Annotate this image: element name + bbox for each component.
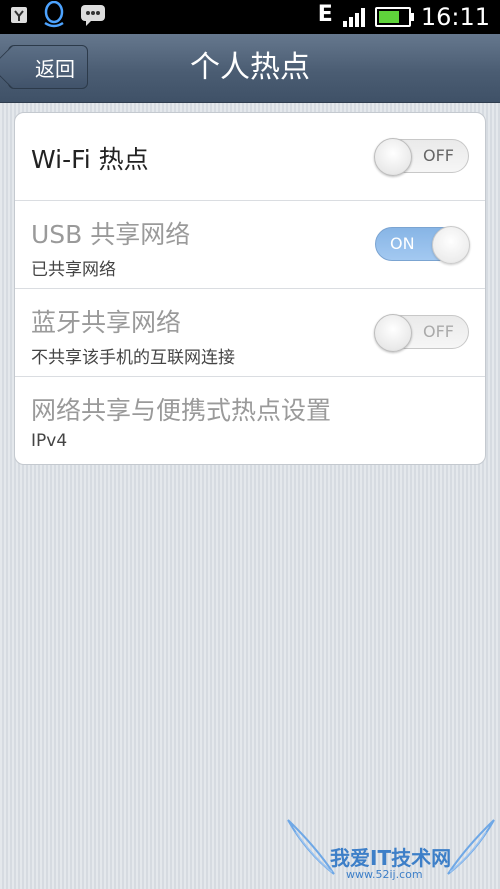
toggle-label: OFF	[423, 322, 454, 341]
settings-list: Wi-Fi 热点 OFF USB 共享网络 已共享网络 ON 蓝牙共享网络 不共…	[14, 112, 486, 465]
watermark-url: www.52ij.com	[346, 868, 423, 881]
signal-icon	[342, 7, 365, 27]
status-bar: E 16:11	[0, 0, 500, 34]
toggle-label: ON	[390, 234, 415, 253]
row-title: USB 共享网络	[31, 220, 191, 249]
back-button-label: 返回	[35, 56, 75, 81]
row-subtitle: 不共享该手机的互联网连接	[31, 348, 235, 368]
row-title: 蓝牙共享网络	[31, 308, 182, 337]
toggle-knob	[374, 314, 412, 352]
notification-icons	[10, 0, 106, 33]
title-bar: 个人热点 返回	[0, 34, 500, 103]
watermark-text: 我爱IT技术网	[330, 846, 452, 870]
toggle-knob	[374, 138, 412, 176]
qq-icon	[42, 0, 66, 33]
bluetooth-tethering-toggle[interactable]: OFF	[374, 314, 469, 352]
usb-debug-icon	[10, 6, 28, 28]
toggle-knob	[432, 226, 470, 264]
toggle-label: OFF	[423, 146, 454, 165]
wifi-hotspot-toggle[interactable]: OFF	[374, 138, 469, 176]
row-title: Wi-Fi 热点	[31, 145, 149, 174]
bluetooth-tethering-row[interactable]: 蓝牙共享网络 不共享该手机的互联网连接 OFF	[15, 289, 485, 377]
row-title: 网络共享与便携式热点设置	[31, 396, 332, 425]
row-subtitle: 已共享网络	[31, 260, 116, 280]
usb-tethering-toggle[interactable]: ON	[375, 226, 470, 264]
watermark-logo: 我爱IT技术网 www.52ij.com	[286, 812, 496, 887]
wifi-hotspot-row[interactable]: Wi-Fi 热点 OFF	[15, 113, 485, 201]
network-type: E	[317, 2, 333, 27]
tethering-settings-row[interactable]: 网络共享与便携式热点设置 IPv4	[15, 377, 485, 464]
clock: 16:11	[420, 3, 490, 31]
battery-level	[378, 11, 399, 23]
message-icon	[80, 3, 106, 31]
row-subtitle: IPv4	[31, 431, 68, 451]
system-indicators: E 16:11	[318, 0, 490, 34]
back-button[interactable]: 返回	[8, 45, 88, 89]
battery-icon	[374, 7, 414, 27]
usb-tethering-row[interactable]: USB 共享网络 已共享网络 ON	[15, 201, 485, 289]
